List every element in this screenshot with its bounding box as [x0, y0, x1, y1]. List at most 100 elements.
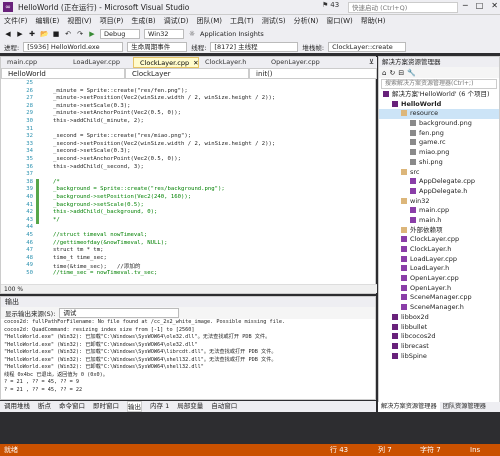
notifications[interactable]: ⚑ 43: [322, 1, 339, 9]
continue-icon[interactable]: ▶: [88, 30, 96, 38]
tree-item[interactable]: libSpine: [379, 352, 499, 362]
tree-item[interactable]: ClockLayer.cpp: [379, 235, 499, 245]
thread-select[interactable]: [8172] 主线程: [210, 41, 299, 52]
menu-item[interactable]: 调试(D): [164, 16, 189, 26]
tab-clocklayer-h[interactable]: ClockLayer.h: [199, 57, 265, 68]
tab-openlayer-cpp[interactable]: OpenLayer.cpp: [265, 57, 331, 68]
member-select[interactable]: init(): [249, 68, 377, 79]
home-icon[interactable]: ⌂: [382, 69, 386, 77]
code-area[interactable]: 25 26 _minute = Sprite::create("res/fen.pn…: [1, 80, 377, 280]
tree-item[interactable]: OpenLayer.h: [379, 284, 499, 294]
tree-item[interactable]: ClockLayer.h: [379, 245, 499, 255]
stack-frame-select[interactable]: ClockLayer::create: [328, 41, 407, 52]
tree-item[interactable]: AppDelegate.cpp: [379, 177, 499, 187]
tree-item[interactable]: win32: [379, 197, 499, 207]
tree-item[interactable]: src: [379, 168, 499, 178]
tree-item-label: OpenLayer.cpp: [410, 274, 459, 283]
tree-item[interactable]: LoadLayer.h: [379, 264, 499, 274]
tree-item[interactable]: main.cpp: [379, 206, 499, 216]
menu-item[interactable]: 窗口(W): [326, 16, 352, 26]
process-select[interactable]: [5936] HelloWorld.exe: [23, 41, 124, 52]
properties-icon[interactable]: 🔧: [407, 69, 416, 77]
project-select[interactable]: HelloWorld: [1, 68, 125, 79]
tree-item[interactable]: resource: [379, 109, 499, 120]
output-source-select[interactable]: 调试: [59, 308, 180, 318]
bottom-tab[interactable]: 局部变量: [177, 401, 203, 412]
tab-clocklayer-cpp[interactable]: ClockLayer.cpp ✕: [133, 57, 199, 68]
tree-item[interactable]: libbox2d: [379, 313, 499, 323]
tree-item[interactable]: main.h: [379, 216, 499, 226]
bottom-tab[interactable]: 调用堆栈: [4, 401, 30, 412]
tree-item[interactable]: AppDelegate.h: [379, 187, 499, 197]
redo-icon[interactable]: ↷: [76, 30, 84, 38]
code-line: _minute->setAnchorPoint(Vec2(0.5, 0));: [53, 110, 181, 117]
line-number: 35: [26, 156, 33, 162]
insights-label[interactable]: Application Insights: [200, 30, 264, 38]
solution-search-input[interactable]: 搜索解决方案资源管理器(Ctrl+;): [381, 79, 497, 89]
maximize-button[interactable]: □: [476, 1, 484, 10]
line-number: 37: [26, 171, 33, 178]
config-select[interactable]: Debug: [100, 28, 140, 39]
bottom-tab[interactable]: 命令窗口: [59, 401, 85, 412]
menu-item[interactable]: 项目(P): [100, 16, 124, 26]
quick-launch-input[interactable]: 快速启动 (Ctrl+Q): [348, 2, 458, 13]
lifecycle-events-button[interactable]: 生命周期事件: [127, 41, 188, 52]
tree-item[interactable]: background.png: [379, 119, 499, 129]
tree-item[interactable]: LoadLayer.cpp: [379, 255, 499, 265]
tree-item[interactable]: HelloWorld: [379, 100, 499, 110]
tree-item[interactable]: SceneManager.cpp: [379, 293, 499, 303]
tab-main-cpp[interactable]: main.cpp: [1, 57, 67, 68]
tree-item[interactable]: librecast: [379, 342, 499, 352]
menu-item[interactable]: 编辑(E): [36, 16, 60, 26]
tree-item[interactable]: OpenLayer.cpp: [379, 274, 499, 284]
new-project-icon[interactable]: ✚: [28, 30, 36, 38]
solution-bottom-tab[interactable]: 团队资源管理器: [440, 402, 489, 412]
notification-count: 43: [330, 1, 340, 9]
bottom-tab[interactable]: 内存 1: [150, 401, 169, 412]
bottom-tab[interactable]: 即时窗口: [93, 401, 119, 412]
tree-item[interactable]: 解决方案'HelloWorld' (6 个项目): [379, 90, 499, 100]
menu-item[interactable]: 团队(M): [196, 16, 222, 26]
menu-item[interactable]: 生成(B): [131, 16, 155, 26]
bottom-tab[interactable]: 断点: [38, 401, 51, 412]
tree-item[interactable]: game.rc: [379, 138, 499, 148]
tab-label: ClockLayer.cpp: [140, 59, 190, 67]
platform-select[interactable]: Win32: [144, 28, 184, 39]
tree-item[interactable]: 外部依赖项: [379, 226, 499, 236]
tree-item[interactable]: libcocos2d: [379, 332, 499, 342]
save-icon[interactable]: ■: [52, 30, 60, 38]
close-icon[interactable]: ✕: [193, 59, 198, 67]
undo-icon[interactable]: ↶: [64, 30, 72, 38]
back-icon[interactable]: ◀: [4, 30, 12, 38]
menu-item[interactable]: 工具(T): [230, 16, 254, 26]
menu-item[interactable]: 帮助(H): [361, 16, 386, 26]
refresh-icon[interactable]: ↻: [389, 69, 395, 77]
menu-item[interactable]: 文件(F): [4, 16, 28, 26]
tab-loadlayer-cpp[interactable]: LoadLayer.cpp: [67, 57, 133, 68]
tree-item[interactable]: miao.png: [379, 148, 499, 158]
solution-tree: 解决方案'HelloWorld' (6 个项目) HelloWorld resour…: [379, 90, 499, 361]
minimize-button[interactable]: ─: [463, 1, 468, 10]
tree-item[interactable]: SceneManager.h: [379, 303, 499, 313]
forward-icon[interactable]: ▶: [16, 30, 24, 38]
menu-item[interactable]: 视图(V): [67, 16, 91, 26]
zoom-level[interactable]: 100 %: [1, 284, 377, 293]
collapse-icon[interactable]: ⊟: [398, 69, 404, 77]
code-editor: main.cpp LoadLayer.cpp ClockLayer.cpp ✕ Cloc…: [0, 56, 377, 294]
close-button[interactable]: ✕: [491, 1, 498, 10]
code-line: //gettimeofday(&nowTimeval, NULL);: [53, 239, 168, 246]
tree-item[interactable]: fen.png: [379, 129, 499, 139]
menu-item[interactable]: 测试(S): [262, 16, 286, 26]
code-line: time_t time_sec;: [53, 254, 107, 261]
tree-item[interactable]: libbullet: [379, 323, 499, 333]
solution-bottom-tab[interactable]: 解决方案资源管理器: [378, 402, 440, 412]
bottom-tab[interactable]: 自动窗口: [211, 401, 237, 412]
cpp-icon: [401, 275, 407, 282]
bottom-tab[interactable]: 输出: [127, 401, 142, 412]
tab-overflow-icon[interactable]: ⊻: [366, 57, 377, 68]
stack-frame-label: 堆栈帧:: [302, 43, 325, 52]
scope-select[interactable]: ClockLayer: [125, 68, 249, 79]
menu-item[interactable]: 分析(N): [294, 16, 319, 26]
open-icon[interactable]: 📂: [40, 30, 49, 38]
tree-item[interactable]: shi.png: [379, 158, 499, 168]
